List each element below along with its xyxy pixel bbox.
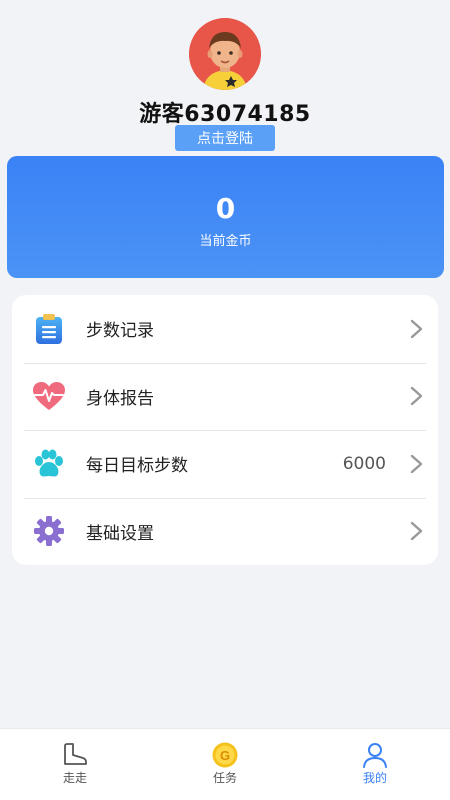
menu-item-label: 基础设置 bbox=[86, 523, 154, 544]
menu-item-basic-settings[interactable]: 基础设置 bbox=[12, 497, 438, 566]
user-icon bbox=[363, 743, 387, 768]
gear-icon bbox=[32, 514, 66, 548]
menu-item-step-records[interactable]: 步数记录 bbox=[12, 295, 438, 363]
avatar[interactable] bbox=[189, 18, 261, 90]
paw-icon bbox=[32, 447, 66, 481]
coins-label: 当前金币 bbox=[199, 234, 252, 249]
chevron-right-icon bbox=[410, 454, 423, 473]
profile-page: 游客63074185 点击登陆 0 当前金币 步数记录 身体报告 每日目标步数 … bbox=[0, 0, 450, 800]
chevron-right-icon bbox=[410, 387, 423, 406]
coins-card: 0 当前金币 bbox=[7, 156, 444, 278]
nav-item-tasks[interactable]: G 任务 bbox=[150, 729, 300, 800]
menu-item-label: 身体报告 bbox=[86, 388, 154, 409]
clipboard-icon bbox=[32, 312, 66, 346]
chevron-right-icon bbox=[410, 522, 423, 541]
nav-item-walk[interactable]: 走走 bbox=[0, 729, 150, 800]
nav-item-label: 任务 bbox=[212, 771, 237, 785]
menu-item-daily-step-goal[interactable]: 每日目标步数 6000 bbox=[12, 430, 438, 498]
menu-item-label: 步数记录 bbox=[86, 321, 154, 342]
menu-item-label: 每日目标步数 bbox=[86, 456, 188, 477]
chevron-right-icon bbox=[410, 319, 423, 338]
avatar-illustration bbox=[189, 18, 261, 90]
bottom-nav: 走走 G 任务 我的 bbox=[0, 728, 450, 800]
nav-item-label: 我的 bbox=[362, 771, 387, 785]
username: 游客63074185 bbox=[139, 102, 311, 127]
settings-menu: 步数记录 身体报告 每日目标步数 6000 基础设置 bbox=[12, 295, 438, 565]
shoe-icon bbox=[64, 743, 87, 765]
coins-value: 0 bbox=[215, 192, 236, 225]
login-button[interactable]: 点击登陆 bbox=[175, 125, 275, 151]
nav-item-mine[interactable]: 我的 bbox=[300, 729, 450, 800]
nav-item-label: 走走 bbox=[62, 771, 87, 785]
svg-text:G: G bbox=[220, 748, 230, 763]
daily-goal-value: 6000 bbox=[342, 453, 386, 474]
coin-icon: G bbox=[212, 742, 238, 768]
heart-rate-icon bbox=[32, 379, 66, 413]
menu-item-body-report[interactable]: 身体报告 bbox=[12, 362, 438, 431]
